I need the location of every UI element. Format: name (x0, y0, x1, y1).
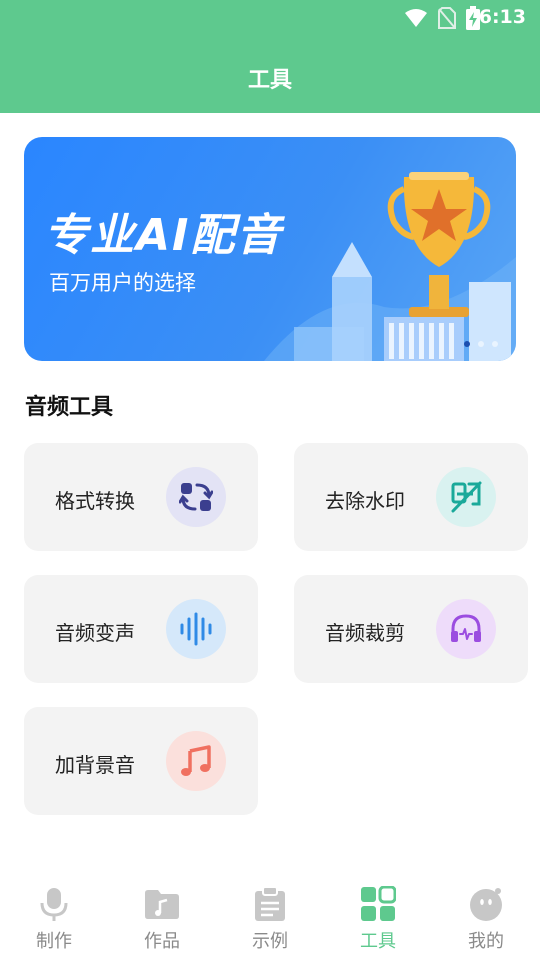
promo-banner[interactable]: 专业AI配音 百万用户的选择 (24, 137, 516, 361)
trophy-city-illustration (264, 172, 516, 361)
nav-label: 我的 (468, 931, 504, 952)
tool-label: 加背景音 (55, 753, 135, 777)
nav-item-mine[interactable]: 我的 (432, 880, 540, 960)
tool-label: 音频变声 (55, 621, 135, 645)
microphone-icon (40, 888, 68, 921)
nav-item-tools[interactable]: 工具 (324, 880, 432, 960)
carousel-indicator (464, 341, 498, 347)
section-title: 音频工具 (25, 395, 114, 420)
nav-label: 工具 (360, 931, 396, 952)
tool-card-add-bgm[interactable]: 加背景音 (24, 707, 258, 815)
carousel-dot-active (464, 341, 470, 347)
no-sim-icon (438, 7, 456, 29)
tool-card-voice-change[interactable]: 音频变声 (24, 575, 258, 683)
tool-label: 音频裁剪 (325, 621, 405, 645)
carousel-dot (478, 341, 484, 347)
nav-item-examples[interactable]: 示例 (216, 880, 324, 960)
music-note-icon (166, 731, 226, 791)
bottom-navigation: 制作 作品 示例 工具 我的 (0, 880, 540, 960)
status-time: 6:13 (478, 6, 526, 28)
nav-label: 示例 (252, 931, 288, 952)
tool-label: 去除水印 (325, 489, 405, 513)
tool-label: 格式转换 (55, 489, 135, 513)
convert-icon (166, 467, 226, 527)
remove-watermark-icon (436, 467, 496, 527)
nav-label: 作品 (144, 931, 180, 952)
folder-music-icon (145, 890, 179, 919)
nav-label: 制作 (36, 931, 72, 952)
page-title: 工具 (247, 68, 292, 93)
nav-item-make[interactable]: 制作 (0, 880, 108, 960)
tool-card-remove-watermark[interactable]: 去除水印 (294, 443, 528, 551)
tool-card-audio-trim[interactable]: 音频裁剪 (294, 575, 528, 683)
wifi-icon (405, 9, 427, 27)
profile-face-icon (470, 888, 502, 921)
banner-title: 专业AI配音 (44, 210, 283, 261)
banner-subtitle: 百万用户的选择 (49, 271, 196, 295)
status-icons (404, 6, 480, 30)
tool-card-format-convert[interactable]: 格式转换 (24, 443, 258, 551)
grid-icon (361, 886, 396, 921)
voice-wave-icon (166, 599, 226, 659)
top-app-bar: 6:13 工具 (0, 0, 540, 113)
nav-item-works[interactable]: 作品 (108, 880, 216, 960)
clipboard-icon (255, 886, 285, 921)
status-bar: 6:13 (0, 0, 540, 36)
headphones-icon (436, 599, 496, 659)
carousel-dot (492, 341, 498, 347)
